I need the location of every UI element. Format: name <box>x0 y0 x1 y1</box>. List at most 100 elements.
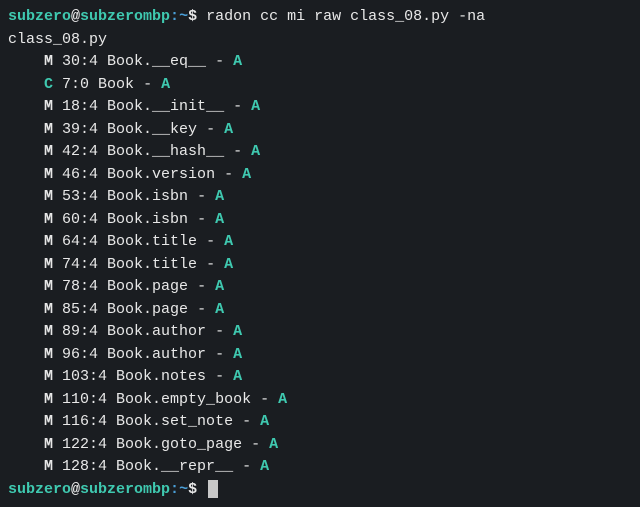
row-name: Book.page <box>107 301 188 318</box>
row-kind: M <box>44 211 53 228</box>
row-grade: A <box>215 301 224 318</box>
command: radon cc mi raw class_08.py -na <box>206 8 485 25</box>
output-row: M 122:4 Book.goto_page - A <box>8 434 632 457</box>
output-row: M 78:4 Book.page - A <box>8 276 632 299</box>
row-loc: 103:4 <box>53 368 116 385</box>
row-name: Book.__init__ <box>107 98 224 115</box>
row-dash: - <box>188 301 215 318</box>
prompt-dollar: $ <box>188 481 197 498</box>
row-kind: M <box>44 143 53 160</box>
row-grade: A <box>161 76 170 93</box>
row-loc: 128:4 <box>53 458 116 475</box>
row-grade: A <box>251 143 260 160</box>
row-loc: 39:4 <box>53 121 107 138</box>
row-grade: A <box>260 458 269 475</box>
row-kind: M <box>44 188 53 205</box>
row-grade: A <box>215 188 224 205</box>
output-row: M 39:4 Book.__key - A <box>8 119 632 142</box>
row-grade: A <box>215 278 224 295</box>
row-name: Book.__key <box>107 121 197 138</box>
row-dash: - <box>197 121 224 138</box>
output-row: M 116:4 Book.set_note - A <box>8 411 632 434</box>
output-row: M 128:4 Book.__repr__ - A <box>8 456 632 479</box>
output-rows: M 30:4 Book.__eq__ - A C 7:0 Book - A M … <box>8 51 632 479</box>
output-row: M 46:4 Book.version - A <box>8 164 632 187</box>
row-grade: A <box>224 121 233 138</box>
row-kind: M <box>44 256 53 273</box>
row-kind: M <box>44 301 53 318</box>
row-loc: 60:4 <box>53 211 107 228</box>
row-name: Book.__repr__ <box>116 458 233 475</box>
row-loc: 89:4 <box>53 323 107 340</box>
row-kind: M <box>44 166 53 183</box>
output-row: M 74:4 Book.title - A <box>8 254 632 277</box>
prompt-line-2: subzero@subzerombp:~$ <box>8 479 632 502</box>
output-row: C 7:0 Book - A <box>8 74 632 97</box>
row-loc: 53:4 <box>53 188 107 205</box>
row-grade: A <box>260 413 269 430</box>
prompt-path: ~ <box>179 481 188 498</box>
output-row: M 85:4 Book.page - A <box>8 299 632 322</box>
row-name: Book.__eq__ <box>107 53 206 70</box>
prompt-dollar: $ <box>188 8 197 25</box>
row-name: Book.__hash__ <box>107 143 224 160</box>
prompt-line-1: subzero@subzerombp:~$ radon cc mi raw cl… <box>8 6 632 29</box>
row-name: Book.empty_book <box>116 391 251 408</box>
output-row: M 89:4 Book.author - A <box>8 321 632 344</box>
row-dash: - <box>251 391 278 408</box>
row-dash: - <box>188 278 215 295</box>
output-row: M 60:4 Book.isbn - A <box>8 209 632 232</box>
row-kind: M <box>44 233 53 250</box>
row-loc: 74:4 <box>53 256 107 273</box>
row-kind: M <box>44 53 53 70</box>
output-row: M 103:4 Book.notes - A <box>8 366 632 389</box>
row-name: Book.isbn <box>107 211 188 228</box>
row-name: Book.page <box>107 278 188 295</box>
row-dash: - <box>233 458 260 475</box>
row-grade: A <box>242 166 251 183</box>
output-row: M 30:4 Book.__eq__ - A <box>8 51 632 74</box>
prompt-colon: : <box>170 8 179 25</box>
row-dash: - <box>197 233 224 250</box>
row-loc: 96:4 <box>53 346 107 363</box>
row-kind: M <box>44 368 53 385</box>
prompt-host: subzerombp <box>80 8 170 25</box>
output-row: M 64:4 Book.title - A <box>8 231 632 254</box>
terminal[interactable]: subzero@subzerombp:~$ radon cc mi raw cl… <box>0 0 640 507</box>
row-dash: - <box>188 211 215 228</box>
prompt-host: subzerombp <box>80 481 170 498</box>
row-loc: 64:4 <box>53 233 107 250</box>
row-dash: - <box>206 323 233 340</box>
prompt-user: subzero <box>8 8 71 25</box>
row-loc: 18:4 <box>53 98 107 115</box>
row-name: Book <box>98 76 134 93</box>
row-name: Book.isbn <box>107 188 188 205</box>
row-grade: A <box>233 323 242 340</box>
row-name: Book.title <box>107 233 197 250</box>
row-dash: - <box>242 436 269 453</box>
row-grade: A <box>233 53 242 70</box>
output-row: M 18:4 Book.__init__ - A <box>8 96 632 119</box>
output-row: M 110:4 Book.empty_book - A <box>8 389 632 412</box>
row-kind: C <box>44 76 53 93</box>
row-dash: - <box>206 346 233 363</box>
row-dash: - <box>224 98 251 115</box>
row-kind: M <box>44 391 53 408</box>
output-filename-line: class_08.py <box>8 29 632 52</box>
row-kind: M <box>44 98 53 115</box>
row-name: Book.author <box>107 346 206 363</box>
prompt-colon: : <box>170 481 179 498</box>
row-dash: - <box>215 166 242 183</box>
row-kind: M <box>44 458 53 475</box>
row-loc: 42:4 <box>53 143 107 160</box>
row-dash: - <box>134 76 161 93</box>
output-row: M 53:4 Book.isbn - A <box>8 186 632 209</box>
row-dash: - <box>197 256 224 273</box>
row-loc: 46:4 <box>53 166 107 183</box>
row-loc: 78:4 <box>53 278 107 295</box>
row-name: Book.notes <box>116 368 206 385</box>
prompt-at: @ <box>71 8 80 25</box>
row-grade: A <box>269 436 278 453</box>
row-loc: 116:4 <box>53 413 116 430</box>
row-name: Book.author <box>107 323 206 340</box>
